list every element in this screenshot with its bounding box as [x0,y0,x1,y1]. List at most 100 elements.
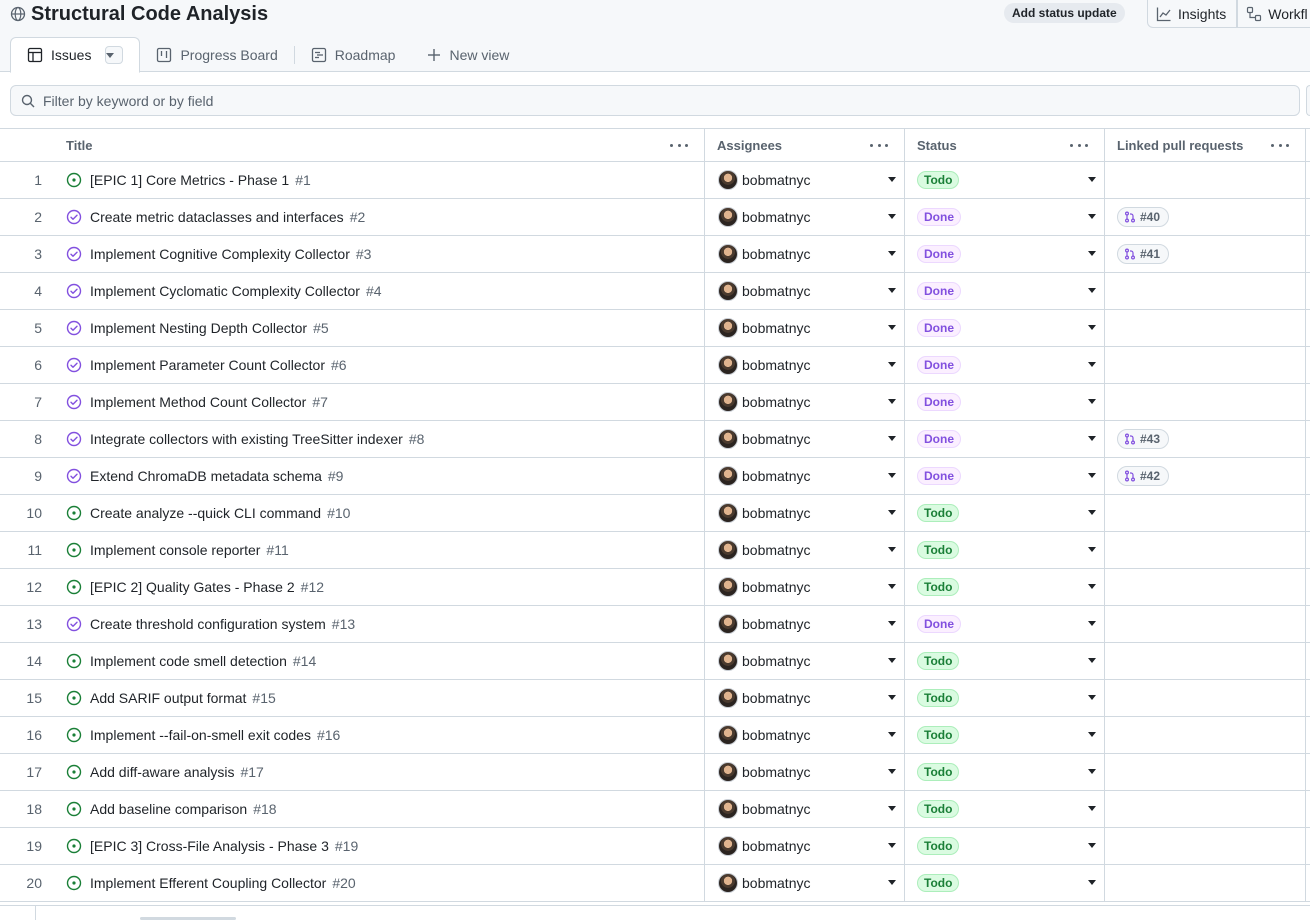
table-row[interactable]: 2 Create metric dataclasses and interfac… [0,199,1310,236]
assignee-cell[interactable]: bobmatnyc [705,310,905,346]
title-cell[interactable]: Integrate collectors with existing TreeS… [54,421,705,457]
assignee-cell[interactable]: bobmatnyc [705,643,905,679]
issue-title[interactable]: Implement code smell detection [90,653,287,669]
chevron-down-icon[interactable] [888,658,896,663]
title-cell[interactable]: [EPIC 1] Core Metrics - Phase 1 #1 [54,162,705,198]
issue-title[interactable]: Add diff-aware analysis [90,764,234,780]
linked-pr-cell[interactable] [1105,606,1306,642]
issue-title[interactable]: Extend ChromaDB metadata schema [90,468,322,484]
chevron-down-icon[interactable] [888,843,896,848]
chevron-down-icon[interactable] [888,880,896,885]
chevron-down-icon[interactable] [888,473,896,478]
linked-pr-cell[interactable] [1105,495,1306,531]
chevron-down-icon[interactable] [1088,658,1096,663]
table-row[interactable]: 3 Implement Cognitive Complexity Collect… [0,236,1310,273]
chevron-down-icon[interactable] [1088,436,1096,441]
status-cell[interactable]: Todo [905,532,1105,568]
issue-title[interactable]: Implement console reporter [90,542,260,558]
column-header-title[interactable]: Title [54,129,705,161]
title-cell[interactable]: Implement --fail-on-smell exit codes #16 [54,717,705,753]
chevron-down-icon[interactable] [888,436,896,441]
table-row[interactable]: 20 Implement Efferent Coupling Collector… [0,865,1310,902]
assignee-cell[interactable]: bobmatnyc [705,680,905,716]
linked-pr-cell[interactable] [1105,865,1306,901]
linked-pr-chip[interactable]: #40 [1117,207,1170,227]
linked-pr-cell[interactable] [1105,384,1306,420]
column-header-status[interactable]: Status [905,129,1105,161]
assignee-cell[interactable]: bobmatnyc [705,273,905,309]
status-cell[interactable]: Done [905,273,1105,309]
table-row[interactable]: 14 Implement code smell detection #14 bo… [0,643,1310,680]
chevron-down-icon[interactable] [888,325,896,330]
table-row[interactable]: 19 [EPIC 3] Cross-File Analysis - Phase … [0,828,1310,865]
chevron-down-icon[interactable] [1088,880,1096,885]
table-row[interactable]: 15 Add SARIF output format #15 bobmatnyc… [0,680,1310,717]
chevron-down-icon[interactable] [1088,251,1096,256]
column-menu-icon[interactable] [1271,137,1289,153]
chevron-down-icon[interactable] [1088,288,1096,293]
chevron-down-icon[interactable] [888,621,896,626]
chevron-down-icon[interactable] [888,251,896,256]
assignee-cell[interactable]: bobmatnyc [705,236,905,272]
linked-pr-cell[interactable]: #41 [1105,236,1306,272]
assignee-cell[interactable]: bobmatnyc [705,532,905,568]
chevron-down-icon[interactable] [1088,473,1096,478]
table-row[interactable]: 6 Implement Parameter Count Collector #6… [0,347,1310,384]
title-cell[interactable]: Implement console reporter #11 [54,532,705,568]
linked-pr-cell[interactable] [1105,828,1306,864]
status-cell[interactable]: Todo [905,791,1105,827]
table-row[interactable]: 17 Add diff-aware analysis #17 bobmatnyc… [0,754,1310,791]
status-cell[interactable]: Done [905,606,1105,642]
status-cell[interactable]: Todo [905,680,1105,716]
status-cell[interactable]: Todo [905,495,1105,531]
linked-pr-chip[interactable]: #43 [1117,429,1170,449]
chevron-down-icon[interactable] [888,288,896,293]
title-cell[interactable]: Implement Efferent Coupling Collector #2… [54,865,705,901]
column-header-linked-prs[interactable]: Linked pull requests [1105,129,1306,161]
status-cell[interactable]: Done [905,310,1105,346]
title-cell[interactable]: Create analyze --quick CLI command #10 [54,495,705,531]
title-cell[interactable]: Add baseline comparison #18 [54,791,705,827]
linked-pr-cell[interactable] [1105,273,1306,309]
linked-pr-cell[interactable]: #43 [1105,421,1306,457]
assignee-cell[interactable]: bobmatnyc [705,791,905,827]
status-cell[interactable]: Done [905,384,1105,420]
status-cell[interactable]: Todo [905,717,1105,753]
table-row[interactable]: 4 Implement Cyclomatic Complexity Collec… [0,273,1310,310]
table-row[interactable]: 16 Implement --fail-on-smell exit codes … [0,717,1310,754]
filter-bar[interactable] [10,85,1300,116]
chevron-down-icon[interactable] [1088,214,1096,219]
issue-title[interactable]: [EPIC 1] Core Metrics - Phase 1 [90,172,289,188]
assignee-cell[interactable]: bobmatnyc [705,828,905,864]
linked-pr-cell[interactable] [1105,680,1306,716]
issue-title[interactable]: Implement Method Count Collector [90,394,306,410]
title-cell[interactable]: Extend ChromaDB metadata schema #9 [54,458,705,494]
assignee-cell[interactable]: bobmatnyc [705,199,905,235]
title-cell[interactable]: Add diff-aware analysis #17 [54,754,705,790]
filter-actions-edge[interactable] [1306,85,1310,116]
linked-pr-cell[interactable] [1105,532,1306,568]
chevron-down-icon[interactable] [1088,584,1096,589]
table-row[interactable]: 10 Create analyze --quick CLI command #1… [0,495,1310,532]
issue-title[interactable]: Implement Cyclomatic Complexity Collecto… [90,283,360,299]
chevron-down-icon[interactable] [1088,621,1096,626]
chevron-down-icon[interactable] [888,362,896,367]
status-cell[interactable]: Done [905,347,1105,383]
assignee-cell[interactable]: bobmatnyc [705,865,905,901]
status-cell[interactable]: Done [905,199,1105,235]
table-row[interactable]: 9 Extend ChromaDB metadata schema #9 bob… [0,458,1310,495]
title-cell[interactable]: Create metric dataclasses and interfaces… [54,199,705,235]
linked-pr-chip[interactable]: #41 [1117,244,1170,264]
chevron-down-icon[interactable] [888,695,896,700]
tab-roadmap[interactable]: Roadmap [295,38,412,72]
chevron-down-icon[interactable] [888,510,896,515]
chevron-down-icon[interactable] [1088,732,1096,737]
new-view-button[interactable]: New view [411,38,525,72]
assignee-cell[interactable]: bobmatnyc [705,421,905,457]
column-menu-icon[interactable] [1070,137,1088,153]
issue-title[interactable]: Create threshold configuration system [90,616,326,632]
assignee-cell[interactable]: bobmatnyc [705,495,905,531]
chevron-down-icon[interactable] [1088,843,1096,848]
chevron-down-icon[interactable] [888,177,896,182]
chevron-down-icon[interactable] [1088,177,1096,182]
